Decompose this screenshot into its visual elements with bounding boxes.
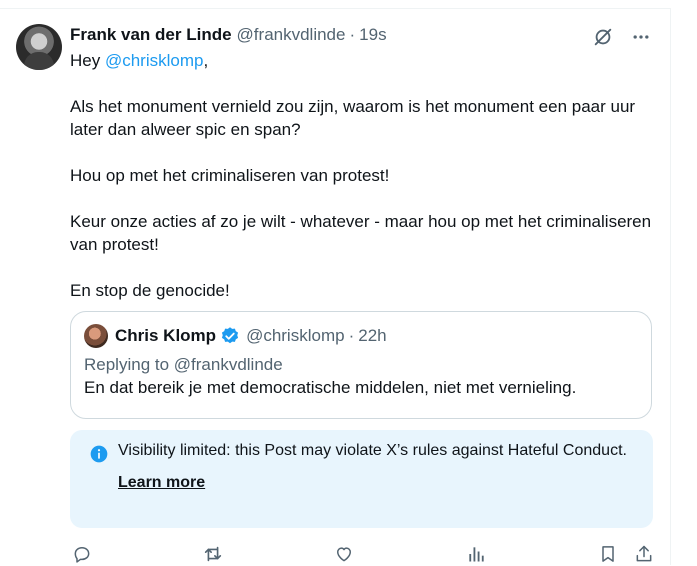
learn-more-link[interactable]: Learn more [118, 474, 205, 492]
quoted-author-name[interactable]: Chris Klomp [115, 326, 216, 346]
repost-icon[interactable] [201, 542, 225, 566]
like-icon[interactable] [332, 542, 356, 566]
share-icon[interactable] [632, 542, 656, 566]
mention-link[interactable]: @chrisklomp [105, 51, 204, 70]
quoted-tweet-header: Chris Klomp @chrisklomp · 22h [84, 324, 638, 348]
replying-to: Replying to @frankvdlinde [84, 355, 283, 374]
grok-icon[interactable] [590, 24, 616, 50]
reply-icon[interactable] [70, 542, 94, 566]
quoted-tweet[interactable]: Chris Klomp @chrisklomp · 22h Replying t… [70, 311, 652, 419]
quoted-timestamp[interactable]: 22h [358, 326, 386, 346]
tweet-header-actions [590, 24, 654, 50]
quoted-author-handle[interactable]: @chrisklomp [246, 326, 345, 346]
separator: · [348, 326, 355, 345]
author-name[interactable]: Frank van der Linde [70, 25, 232, 45]
quoted-author-avatar[interactable] [84, 324, 108, 348]
tweet-paragraph: Hou op met het criminaliseren van protes… [70, 166, 390, 185]
tweet-header: Frank van der Linde @frankvdlinde · 19s [70, 24, 654, 46]
more-icon[interactable] [628, 24, 654, 50]
tweet-content: Frank van der Linde @frankvdlinde · 19s … [70, 24, 654, 302]
visibility-notice: Visibility limited: this Post may violat… [70, 430, 653, 528]
author-avatar[interactable] [16, 24, 62, 70]
tweet-paragraph: Als het monument vernield zou zijn, waar… [70, 97, 640, 139]
info-icon [89, 444, 109, 469]
separator: · [349, 25, 356, 44]
tweet-paragraph: Keur onze acties af zo je wilt - whateve… [70, 212, 656, 254]
timestamp[interactable]: 19s [359, 25, 386, 45]
greeting-end: , [203, 51, 209, 70]
notice-text: Visibility limited: this Post may violat… [118, 442, 627, 459]
right-divider [670, 8, 671, 565]
verified-badge-icon [220, 326, 240, 346]
tweet-text: Hey @chrisklomp, Als het monument vernie… [70, 49, 654, 302]
tweet-paragraph: En stop de genocide! [70, 281, 230, 300]
greeting: Hey [70, 51, 105, 70]
quoted-tweet-text: En dat bereik je met democratische midde… [84, 378, 577, 397]
tweet-actions [70, 542, 656, 566]
views-icon[interactable] [464, 542, 488, 566]
bookmark-icon[interactable] [596, 542, 620, 566]
author-handle[interactable]: @frankvdlinde [237, 25, 346, 45]
top-divider [0, 8, 671, 9]
